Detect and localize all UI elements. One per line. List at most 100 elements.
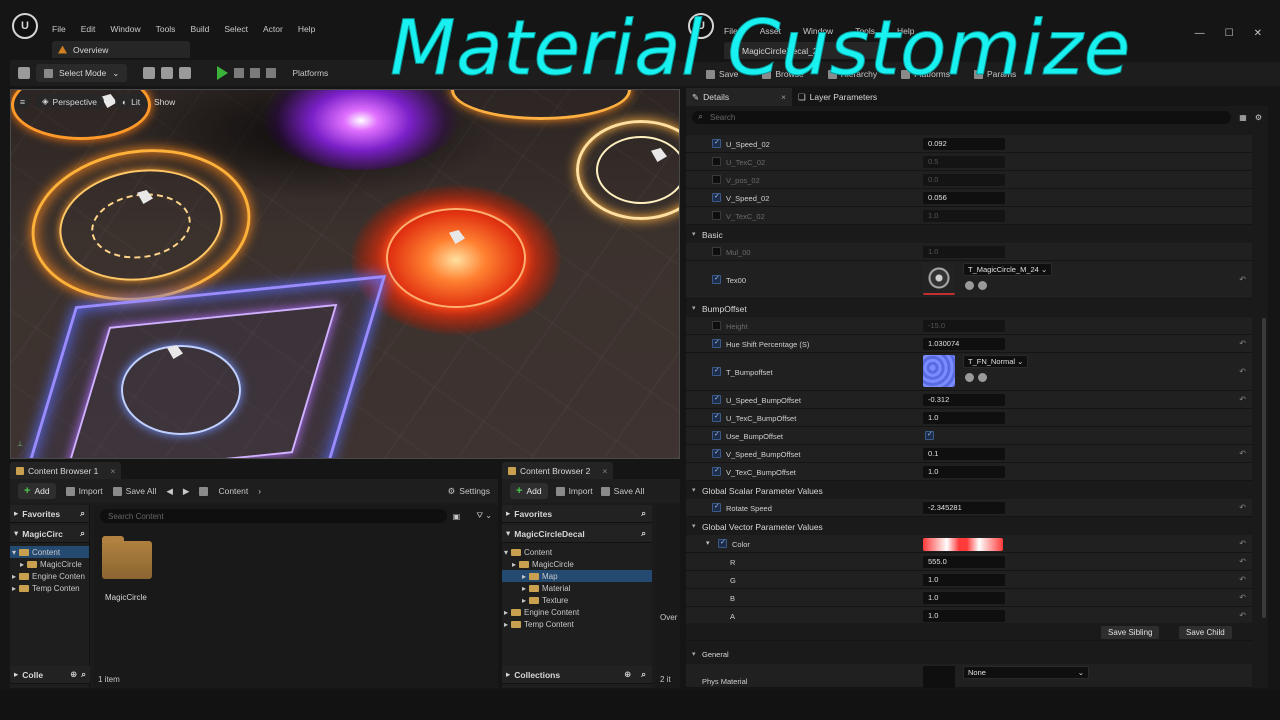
search-icon[interactable]: ⌕ — [641, 508, 646, 519]
tree-item[interactable]: ▸ Map — [502, 570, 652, 582]
texture-dropdown[interactable]: T_FN_Normal ⌄ — [963, 355, 1029, 368]
tab-overview[interactable]: Overview — [52, 41, 190, 58]
viewport-menu-icon[interactable]: ≡ — [15, 94, 30, 109]
value-input[interactable]: -15.0 — [923, 320, 1005, 332]
override-checkbox[interactable] — [712, 192, 721, 202]
reset-icon[interactable]: ↶ — [1239, 395, 1246, 404]
value-input[interactable]: 1.0 — [923, 246, 1005, 258]
chevron-right-icon[interactable]: › — [258, 486, 261, 496]
tree-item[interactable]: ▾ Content — [502, 546, 652, 558]
reset-icon[interactable]: ↶ — [1239, 367, 1246, 376]
tree-item[interactable]: ▸ MagicCircle — [502, 558, 652, 570]
texture-thumbnail[interactable] — [923, 355, 955, 387]
skip-icon[interactable] — [234, 68, 245, 78]
save-all-button[interactable]: Save All — [112, 486, 156, 496]
reset-icon[interactable]: ↶ — [1239, 557, 1246, 566]
tree-item[interactable]: ▸ Engine Conten — [10, 570, 89, 582]
minimize-icon[interactable]: — — [1195, 28, 1205, 39]
menu-item-edit[interactable]: Edit — [81, 24, 96, 34]
category-global-vector-parameter-values[interactable]: ▾ Global Vector Parameter Values — [686, 517, 1252, 535]
breadcrumb[interactable]: Content — [218, 486, 248, 496]
reset-icon[interactable]: ↶ — [1239, 275, 1246, 284]
save-child-button[interactable]: Save Child — [1179, 626, 1232, 639]
project-section[interactable]: ▾ MagicCircleDecal ⌕ — [502, 525, 652, 543]
value-input[interactable]: 1.0 — [923, 610, 1005, 622]
close-icon[interactable]: × — [602, 466, 607, 476]
reset-icon[interactable]: ↶ — [1239, 611, 1246, 620]
folder-icon[interactable] — [102, 536, 152, 579]
favorites-section[interactable]: ▸ Favorites ⌕ — [10, 505, 89, 523]
value-input[interactable]: 1.0 — [923, 412, 1005, 424]
show-button[interactable]: Show — [147, 94, 182, 109]
tree-item[interactable]: ▸ Texture — [502, 594, 652, 606]
value-input[interactable]: 1.0 — [923, 210, 1005, 222]
blueprint-icon[interactable] — [161, 67, 174, 79]
use-selected-icon[interactable] — [965, 281, 974, 290]
search-icon[interactable]: ⌕ — [81, 669, 86, 680]
reset-icon[interactable]: ↶ — [1239, 539, 1246, 548]
gear-icon[interactable]: ⚙ — [1255, 113, 1262, 122]
value-checkbox[interactable] — [925, 430, 934, 440]
tree-item[interactable]: ▸ Engine Content — [502, 606, 652, 618]
tab-content-browser-2[interactable]: Content Browser 2 × — [502, 462, 614, 479]
texture-thumbnail[interactable] — [923, 263, 955, 295]
tree-item[interactable]: ▸ MagicCircle — [10, 558, 89, 570]
reset-icon[interactable]: ↶ — [1239, 339, 1246, 348]
scrollbar[interactable] — [1262, 318, 1266, 618]
perspective-button[interactable]: ◈ Perspective — [35, 94, 104, 109]
menu-item-select[interactable]: Select — [224, 24, 248, 34]
triangle-down-icon[interactable]: ▾ — [706, 539, 710, 547]
maximize-icon[interactable]: ☐ — [1225, 28, 1234, 39]
override-checkbox[interactable] — [712, 448, 721, 458]
settings-button[interactable]: ⚙ Settings — [448, 486, 490, 497]
reset-icon[interactable]: ↶ — [1239, 593, 1246, 602]
add-button[interactable]: + Add — [18, 483, 56, 499]
category-bumpoffset[interactable]: ▾ BumpOffset — [686, 299, 1252, 317]
override-checkbox[interactable] — [712, 247, 721, 256]
override-checkbox[interactable] — [718, 538, 727, 548]
value-input[interactable]: 1.0 — [923, 592, 1005, 604]
value-input[interactable]: 0.1 — [923, 448, 1005, 460]
cinematics-icon[interactable] — [179, 67, 192, 79]
save-icon[interactable] — [18, 67, 30, 79]
save-sibling-button[interactable]: Save Sibling — [1101, 626, 1160, 639]
search-input[interactable]: Search Content — [100, 509, 447, 523]
search-icon[interactable]: ⌕ — [80, 528, 85, 539]
forward-icon[interactable]: ▶ — [183, 486, 190, 497]
menu-item-file[interactable]: File — [52, 24, 66, 34]
color-swatch[interactable] — [923, 538, 1003, 551]
reset-icon[interactable]: ↶ — [1239, 575, 1246, 584]
override-checkbox[interactable] — [712, 394, 721, 404]
browse-icon[interactable] — [978, 373, 987, 382]
platforms-button[interactable]: Platforms — [292, 68, 328, 78]
browse-icon[interactable] — [978, 281, 987, 290]
value-input[interactable]: 0.0 — [923, 174, 1005, 186]
lit-button[interactable]: ◐ Lit — [115, 94, 148, 109]
add-button[interactable]: + Add — [510, 483, 548, 499]
override-checkbox[interactable] — [712, 430, 721, 440]
value-input[interactable]: 555.0 — [923, 556, 1005, 568]
override-checkbox[interactable] — [712, 338, 721, 348]
menu-item-tools[interactable]: Tools — [156, 24, 176, 34]
import-button[interactable]: Import — [555, 486, 593, 496]
texture-dropdown[interactable]: T_MagicCircle_M_24 ⌄ — [963, 263, 1053, 276]
details-search-input[interactable]: Search — [692, 110, 1232, 124]
override-checkbox[interactable] — [712, 502, 721, 512]
value-input[interactable]: 1.0 — [923, 466, 1005, 478]
override-checkbox[interactable] — [712, 321, 721, 330]
folder-label[interactable]: MagicCircle — [105, 593, 147, 602]
asset-label[interactable]: Over — [660, 613, 677, 622]
menu-item-actor[interactable]: Actor — [263, 24, 283, 34]
value-input[interactable]: 1.0 — [923, 574, 1005, 586]
play-icon[interactable] — [217, 66, 229, 80]
category-basic[interactable]: ▾ Basic — [686, 225, 1252, 243]
import-button[interactable]: Import — [65, 486, 103, 496]
category-global-scalar-parameter-values[interactable]: ▾ Global Scalar Parameter Values — [686, 481, 1252, 499]
close-icon[interactable]: ✕ — [1254, 28, 1262, 39]
eject-icon[interactable] — [266, 68, 277, 78]
menu-item-help[interactable]: Help — [298, 24, 315, 34]
phys-material-dropdown[interactable]: None ⌄ — [963, 666, 1089, 679]
value-input[interactable]: 0.5 — [923, 156, 1005, 168]
tree-item[interactable]: ▸ Temp Content — [502, 618, 652, 630]
override-checkbox[interactable] — [712, 157, 721, 166]
